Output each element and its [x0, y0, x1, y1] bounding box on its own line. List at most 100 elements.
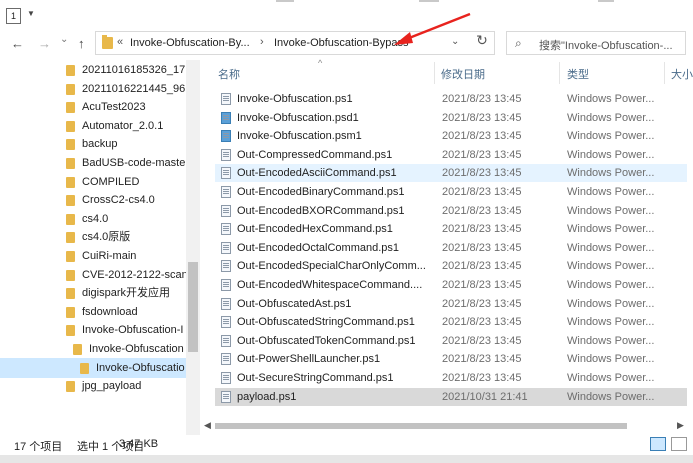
nav-folder-item[interactable]: backup	[0, 134, 186, 154]
powershell-file-icon	[221, 167, 231, 180]
file-row[interactable]: Out-SecureStringCommand.ps1 2021/8/23 13:…	[215, 369, 687, 387]
breadcrumb-segment[interactable]: Invoke-Obfuscation-By...	[130, 37, 250, 49]
nav-folder-item[interactable]: BadUSB-code-maste	[0, 153, 186, 173]
nav-folder-item[interactable]: AcuTest2023	[0, 97, 186, 117]
folder-icon	[66, 306, 75, 318]
column-date[interactable]: 修改日期	[441, 66, 485, 82]
file-row[interactable]: Out-ObfuscatedStringCommand.ps1 2021/8/23…	[215, 313, 687, 331]
file-row[interactable]: Out-EncodedBinaryCommand.ps1 2021/8/23 13…	[215, 183, 687, 201]
file-name: Out-CompressedCommand.ps1	[237, 148, 393, 161]
nav-scrollbar[interactable]	[186, 60, 200, 435]
powershell-file-icon	[221, 279, 231, 291]
nav-folder-item[interactable]: CVE-2012-2122-scan	[0, 265, 186, 285]
file-row[interactable]: payload.ps1 2021/10/31 21:41 Windows Power…	[215, 387, 687, 406]
scroll-left-button[interactable]: ◀	[204, 420, 211, 431]
nav-folder-item[interactable]: CrossC2-cs4.0	[0, 190, 186, 210]
nav-folder-label: CrossC2-cs4.0	[82, 194, 155, 207]
nav-folder-label: cs4.0	[82, 212, 109, 225]
quick-access-toolbar	[0, 0, 693, 28]
file-name: Invoke-Obfuscation.ps1	[237, 93, 353, 105]
nav-folder-item[interactable]: Invoke-Obfuscatio	[0, 357, 186, 378]
horizontal-scrollbar-thumb[interactable]	[215, 423, 627, 429]
ribbon-remnant	[419, 0, 439, 2]
folder-icon	[66, 232, 75, 244]
nav-scrollbar-thumb[interactable]	[188, 262, 198, 352]
file-row[interactable]: Out-EncodedSpecialCharOnlyComm... 2021/8/…	[215, 257, 687, 275]
nav-folder-item[interactable]: 20211016221445_96	[0, 79, 186, 99]
column-type[interactable]: 类型	[567, 66, 589, 82]
nav-folder-item[interactable]: jpg_payload	[0, 376, 186, 396]
folder-icon	[66, 139, 75, 151]
file-name: Out-EncodedBinaryCommand.ps1	[237, 186, 405, 198]
powershell-file-icon	[221, 334, 231, 347]
folder-icon	[66, 251, 75, 262]
sort-ascending-icon: ^	[318, 58, 323, 68]
file-row[interactable]: Out-EncodedWhitespaceCommand.... 2021/8/2…	[215, 276, 687, 294]
search-input[interactable]: ⌕ 搜索"Invoke-Obfuscation-...	[506, 31, 686, 55]
nav-folder-label: 20211016221445_96	[82, 82, 186, 95]
nav-folder-item[interactable]: Invoke-Obfuscation	[0, 339, 186, 359]
file-row[interactable]: Out-EncodedBXORCommand.ps1 2021/8/23 13:4…	[215, 202, 687, 220]
nav-folder-label: Invoke-Obfuscatio	[96, 361, 185, 374]
search-placeholder: 搜索"Invoke-Obfuscation-...	[539, 40, 673, 52]
file-row[interactable]: Out-ObfuscatedAst.ps1 2021/8/23 13:45 Wind…	[215, 295, 687, 313]
file-row[interactable]: Out-CompressedCommand.ps1 2021/8/23 13:45…	[215, 146, 687, 164]
file-row[interactable]: Out-ObfuscatedTokenCommand.ps1 2021/8/23 …	[215, 332, 687, 350]
file-date: 2021/8/23 13:45	[442, 297, 522, 310]
column-divider[interactable]	[434, 62, 435, 84]
file-type: Windows Power...	[567, 167, 655, 180]
nav-folder-label: COMPILED	[82, 175, 140, 188]
file-name: Out-ObfuscatedTokenCommand.ps1	[237, 334, 416, 347]
file-type: Windows Power...	[567, 241, 655, 254]
file-name: payload.ps1	[237, 390, 297, 403]
file-type: Windows Power...	[567, 372, 655, 384]
nav-folder-item[interactable]: CuiRi-main	[0, 246, 186, 266]
large-icons-view-icon[interactable]	[671, 437, 687, 451]
column-divider[interactable]	[559, 62, 560, 84]
breadcrumb-chevron-icon[interactable]: ›	[260, 36, 264, 48]
powershell-file-icon	[221, 130, 231, 143]
file-row[interactable]: Out-PowerShellLauncher.ps1 2021/8/23 13:4…	[215, 350, 687, 368]
nav-folder-item[interactable]: cs4.0原版	[0, 227, 186, 247]
file-name: Out-EncodedBXORCommand.ps1	[237, 204, 405, 217]
nav-folder-label: AcuTest2023	[82, 101, 146, 114]
column-divider[interactable]	[664, 62, 665, 84]
file-row[interactable]: Invoke-Obfuscation.psm1 2021/8/23 13:45 Wi…	[215, 127, 687, 145]
up-button[interactable]: ↑	[78, 36, 85, 51]
file-row[interactable]: Out-EncodedAsciiCommand.ps1 2021/8/23 13:…	[215, 164, 687, 183]
nav-folder-item[interactable]: COMPILED	[0, 172, 186, 192]
quick-access-badge[interactable]: 1	[6, 8, 21, 24]
nav-folder-item[interactable]: fsdownload	[0, 302, 186, 322]
file-date: 2021/8/23 13:45	[442, 353, 522, 366]
search-icon: ⌕	[515, 36, 522, 50]
status-selected-size: 3.47 KB	[119, 438, 159, 450]
file-row[interactable]: Out-EncodedOctalCommand.ps1 2021/8/23 13:…	[215, 239, 687, 257]
file-type: Windows Power...	[567, 223, 655, 236]
file-row[interactable]: Invoke-Obfuscation.ps1 2021/8/23 13:45 Win…	[215, 90, 687, 108]
address-overflow[interactable]: «	[117, 36, 123, 48]
file-date: 2021/8/23 13:45	[442, 372, 522, 384]
file-row[interactable]: Out-EncodedHexCommand.ps1 2021/8/23 13:45…	[215, 220, 687, 238]
folder-icon	[66, 120, 75, 132]
file-row[interactable]: Invoke-Obfuscation.psd1 2021/8/23 13:45 Wi…	[215, 109, 687, 127]
forward-button[interactable]: →	[38, 36, 51, 51]
folder-icon	[66, 269, 75, 281]
column-name[interactable]: 名称	[218, 66, 240, 82]
nav-folder-item[interactable]: cs4.0	[0, 209, 186, 229]
folder-icon	[66, 65, 75, 76]
back-button[interactable]: ←	[11, 36, 24, 51]
nav-folder-item[interactable]: Automator_2.0.1	[0, 116, 186, 136]
scroll-right-button[interactable]: ▶	[677, 420, 684, 431]
navigation-pane[interactable]: 20211016185326_17 20211016221445_96 AcuTes…	[0, 60, 200, 435]
nav-folder-item[interactable]: digispark开发应用	[0, 283, 186, 303]
file-date: 2021/8/23 13:45	[442, 186, 522, 198]
file-type: Windows Power...	[567, 148, 655, 161]
quick-access-dropdown-icon[interactable]: ▼	[27, 9, 35, 18]
recent-locations-button[interactable]: ⌄	[60, 34, 68, 45]
folder-icon	[80, 362, 89, 374]
folder-icon	[66, 102, 75, 114]
column-size[interactable]: 大小	[671, 66, 693, 82]
nav-folder-item[interactable]: 20211016185326_17	[0, 60, 186, 80]
details-view-icon[interactable]	[650, 437, 666, 451]
nav-folder-item[interactable]: Invoke-Obfuscation-I	[0, 320, 186, 340]
